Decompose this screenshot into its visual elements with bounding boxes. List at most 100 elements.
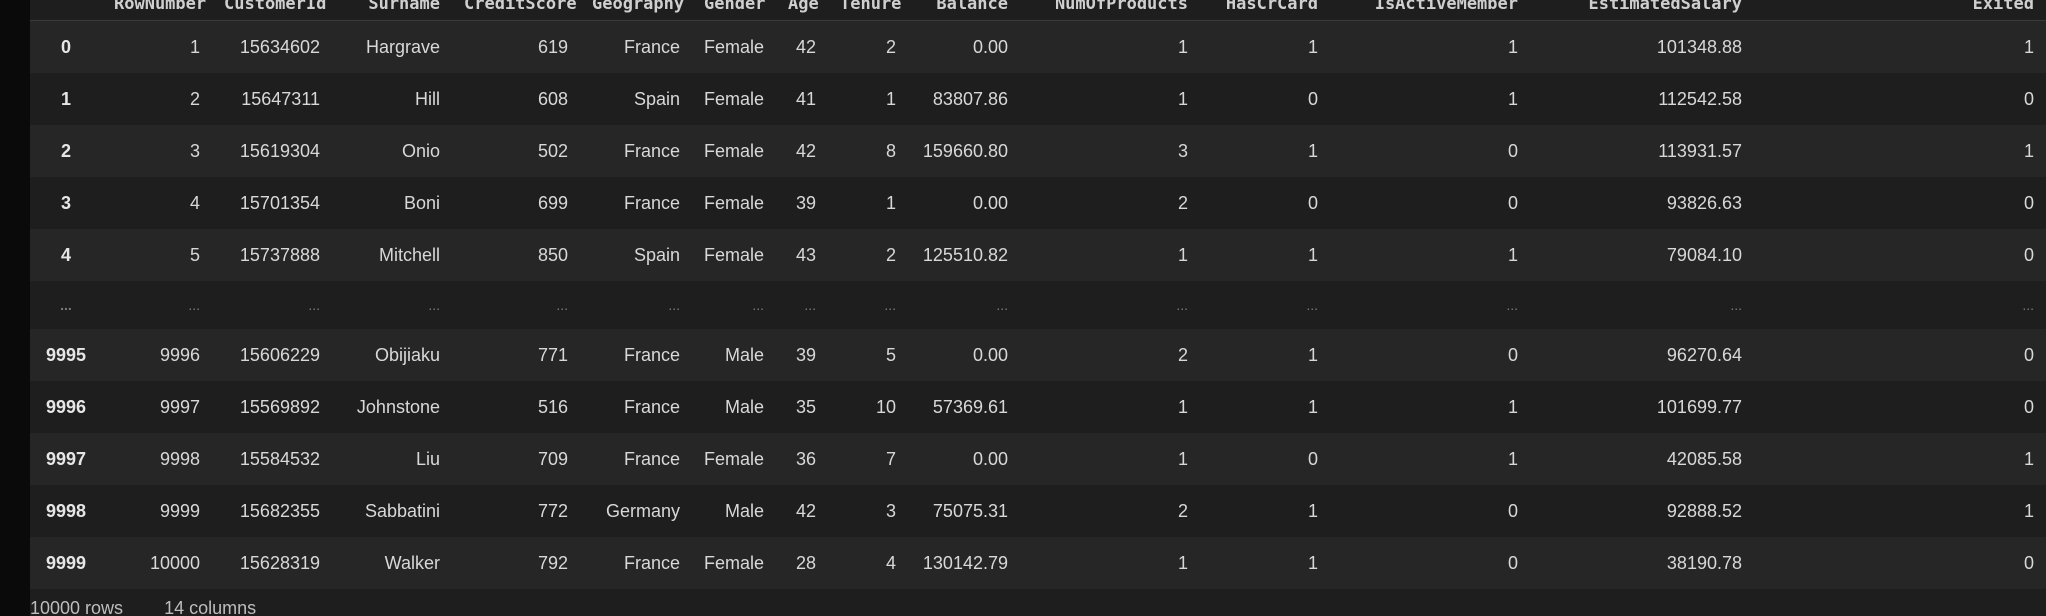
table-cell: 608: [452, 73, 580, 125]
table-cell: ...: [1020, 281, 1200, 329]
table-cell: 0: [1754, 329, 2046, 381]
table-cell: 42: [776, 125, 828, 177]
table-cell: Female: [692, 177, 776, 229]
dataframe-shape-footer: 10000 rows 14 columns: [30, 598, 292, 616]
table-row: 9996 9997 15569892 Johnstone 516 France Male 35…: [30, 381, 2046, 433]
table-cell: 502: [452, 125, 580, 177]
table-cell: 75075.31: [908, 485, 1020, 537]
header-rownumber: RowNumber: [102, 0, 212, 21]
table-row: 2 3 15619304 Onio 502 France Female 42 8 159660.8…: [30, 125, 2046, 177]
row-index-cell: 9998: [30, 485, 102, 537]
table-cell: Liu: [332, 433, 452, 485]
table-cell: Onio: [332, 125, 452, 177]
table-cell: Mitchell: [332, 229, 452, 281]
table-cell: 42: [776, 20, 828, 73]
table-cell: 57369.61: [908, 381, 1020, 433]
table-cell: 1: [1200, 20, 1330, 73]
table-cell: 1: [1330, 20, 1530, 73]
header-balance: Balance: [908, 0, 1020, 21]
table-cell: 2: [102, 73, 212, 125]
table-cell: 1: [1020, 73, 1200, 125]
table-body: 0 1 15634602 Hargrave 619 France Female 42 2 0.00…: [30, 20, 2046, 589]
table-cell: 709: [452, 433, 580, 485]
row-index-cell: 9996: [30, 381, 102, 433]
table-cell: Spain: [580, 73, 692, 125]
table-cell: Female: [692, 20, 776, 73]
table-cell: 1: [1754, 485, 2046, 537]
header-geography: Geography: [580, 0, 692, 21]
table-cell: 0: [1330, 125, 1530, 177]
table-cell: 516: [452, 381, 580, 433]
table-cell: France: [580, 125, 692, 177]
table-cell: 41: [776, 73, 828, 125]
table-cell: 4: [102, 177, 212, 229]
table-cell: Hargrave: [332, 20, 452, 73]
table-cell: 159660.80: [908, 125, 1020, 177]
table-cell: Spain: [580, 229, 692, 281]
table-cell: France: [580, 177, 692, 229]
table-cell: France: [580, 20, 692, 73]
table-cell: 0: [1330, 485, 1530, 537]
table-cell: Walker: [332, 537, 452, 589]
table-cell: 15584532: [212, 433, 332, 485]
table-cell: 1: [1020, 229, 1200, 281]
table-cell: 1: [1754, 20, 2046, 73]
table-cell: 2: [828, 229, 908, 281]
header-customerid: CustomerId: [212, 0, 332, 21]
table-cell: 1: [828, 73, 908, 125]
table-cell: France: [580, 329, 692, 381]
table-cell: France: [580, 433, 692, 485]
header-tenure: Tenure: [828, 0, 908, 21]
table-cell: 1: [1020, 433, 1200, 485]
table-cell: 1: [1200, 229, 1330, 281]
table-cell: 0: [1330, 177, 1530, 229]
table-cell: Female: [692, 125, 776, 177]
row-index-cell: 0: [30, 20, 102, 73]
table-header-row: RowNumber CustomerId Surname CreditScore…: [30, 0, 2046, 21]
table-cell: 1: [1200, 381, 1330, 433]
row-index-cell: 9997: [30, 433, 102, 485]
table-row: 4 5 15737888 Mitchell 850 Spain Female 43 2 12551…: [30, 229, 2046, 281]
table-cell: 0.00: [908, 433, 1020, 485]
table-cell: 0.00: [908, 177, 1020, 229]
column-count-text: 14 columns: [164, 598, 257, 616]
table-cell: 2: [828, 20, 908, 73]
table-cell: 1: [1200, 125, 1330, 177]
table-row: 3 4 15701354 Boni 699 France Female 39 1 0.00 2 0 0 9…: [30, 177, 2046, 229]
table-cell: 15634602: [212, 20, 332, 73]
table-cell: 101348.88: [1530, 20, 1754, 73]
table-cell: 79084.10: [1530, 229, 1754, 281]
table-cell: 4: [828, 537, 908, 589]
table-cell: 1: [1330, 229, 1530, 281]
table-cell: 0: [1330, 329, 1530, 381]
table-cell: 39: [776, 329, 828, 381]
table-cell: Johnstone: [332, 381, 452, 433]
table-cell: 0: [1200, 433, 1330, 485]
table-cell: 125510.82: [908, 229, 1020, 281]
table-cell: ...: [1754, 281, 2046, 329]
table-cell: 35: [776, 381, 828, 433]
table-cell: 0: [1754, 229, 2046, 281]
table-cell: Female: [692, 73, 776, 125]
table-cell: 15569892: [212, 381, 332, 433]
table-cell: 699: [452, 177, 580, 229]
table-cell: 0: [1754, 381, 2046, 433]
table-cell: 0: [1200, 73, 1330, 125]
table-cell: Sabbatini: [332, 485, 452, 537]
header-isactivemember: IsActiveMember: [1330, 0, 1530, 21]
table-cell: 8: [828, 125, 908, 177]
table-cell: 15606229: [212, 329, 332, 381]
table-cell: 3: [102, 125, 212, 177]
table-cell: 2: [1020, 177, 1200, 229]
table-cell: 10000: [102, 537, 212, 589]
table-cell: France: [580, 381, 692, 433]
table-cell: 36: [776, 433, 828, 485]
table-cell: 15682355: [212, 485, 332, 537]
table-cell: 7: [828, 433, 908, 485]
table-cell: 0.00: [908, 20, 1020, 73]
table-cell: 15737888: [212, 229, 332, 281]
table-cell: France: [580, 537, 692, 589]
table-cell: ...: [828, 281, 908, 329]
table-cell: 1: [1330, 433, 1530, 485]
table-row: 1 2 15647311 Hill 608 Spain Female 41 1 83807.86 1…: [30, 73, 2046, 125]
